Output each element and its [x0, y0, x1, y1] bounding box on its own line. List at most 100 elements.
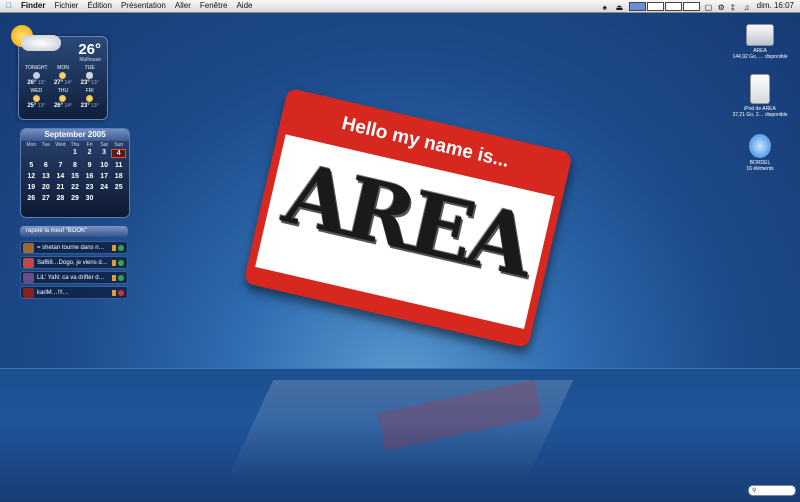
buddy-row[interactable]: Saf68…Dogo, je viens d… [20, 256, 128, 269]
day-high: 23° [80, 103, 90, 109]
weekday-label: Mon [26, 142, 37, 148]
calendar-day: 7 [58, 162, 63, 169]
desktop-icon-info: 16 éléments [746, 166, 774, 172]
status-icon [118, 275, 124, 281]
day-high: 27° [53, 80, 64, 86]
forecast-day: THU 26° 14° [50, 88, 77, 109]
calendar-day: 18 [114, 173, 123, 180]
volume-segment [664, 1, 682, 11]
calendar-day: 5 [29, 162, 34, 169]
calendar-day: 9 [87, 162, 92, 169]
calendar-day: 22 [71, 184, 79, 191]
calendar-day: 19 [27, 184, 36, 191]
apple-icon[interactable]:  [6, 0, 12, 12]
calendar-day [39, 149, 54, 158]
day-label: WED [30, 88, 43, 94]
calendar-day [53, 149, 68, 158]
day-low: 13° [91, 80, 99, 86]
forecast-day: TUE 23° 13° [76, 65, 103, 86]
calendar-weekdays: Mon Tue Wed Thu Fri Sat Sun [21, 141, 129, 149]
hard-drive-icon [746, 24, 774, 46]
ipod-icon [750, 74, 770, 104]
weekday-label: Sun [114, 142, 124, 148]
city-name: Mulhouse [79, 57, 101, 63]
message-icon [112, 245, 116, 251]
forecast-day: TONIGHT 26° 13° [23, 65, 50, 86]
buddy-row[interactable]: LiL' YaN: ca va drifter d… [20, 271, 128, 284]
day-label: FRI [85, 88, 94, 94]
status-icon [118, 245, 124, 251]
desktop-icon-info: 144,92 Go, … disponible [732, 54, 788, 60]
weekday-label: Thu [70, 142, 80, 148]
current-temp: 26° [78, 41, 101, 58]
calendar-day: 16 [85, 173, 94, 180]
menu-fenetre[interactable]: Fenêtre [200, 0, 228, 12]
calendar-day: 25 [114, 184, 123, 191]
menu-finder[interactable]: Finder [21, 0, 45, 12]
calendar-day: 12 [27, 173, 36, 180]
calendar-day: 13 [41, 173, 50, 180]
weekday-label: Fri [86, 142, 93, 148]
calendar-day: 26 [27, 195, 36, 202]
calendar-day: 21 [56, 184, 65, 191]
cloud-icon [21, 35, 61, 51]
day-high: 23° [80, 80, 90, 86]
calendar-day: 23 [85, 184, 94, 191]
day-high: 26° [53, 103, 64, 109]
name-tag-image: Hello my name is... AREA [243, 87, 573, 349]
calendar-day: 27 [41, 195, 50, 202]
display-icon[interactable]: ▢ [705, 2, 713, 12]
buddy-text: kariM…!!!… [37, 290, 69, 296]
calendar-day: 1 [73, 149, 77, 156]
day-high: 25° [27, 103, 37, 109]
menu-aide[interactable]: Aide [236, 0, 252, 12]
buddy-row[interactable]: kariM…!!!… [20, 286, 128, 299]
desktop-icon-ipod[interactable]: iPod de AREA 37,21 Go, 2… disponible [725, 74, 795, 118]
menu-clock[interactable]: dim. 16:07 [757, 0, 794, 12]
calendar-day [24, 149, 39, 158]
menu-aller[interactable]: Aller [175, 0, 191, 12]
volume-segment [646, 1, 664, 11]
weather-widget[interactable]: 26° Mulhouse TONIGHT 26° 13° MON 27° 14°… [11, 25, 108, 120]
calendar-day: 10 [100, 162, 109, 169]
volume-segment [682, 1, 700, 11]
calendar-day: 15 [71, 173, 79, 180]
desktop-icon-bordel[interactable]: BORDEL 16 éléments [725, 134, 795, 172]
message-icon [112, 290, 116, 296]
search-field[interactable]: ⚲ [748, 485, 796, 496]
day-low: 14° [64, 103, 72, 109]
calendar-days: 1 2 3 4 5 6 7 8 9 10 11 12 13 14 15 16 17 18 19 20 21 22 23 24 2… [21, 149, 129, 202]
status-icon[interactable]: ♠ [603, 2, 611, 12]
volume-meter[interactable] [628, 1, 700, 11]
menu-fichier[interactable]: Fichier [54, 0, 78, 12]
bluetooth-icon[interactable]: ‡ [731, 2, 739, 12]
volume-segment [628, 1, 646, 11]
sun-icon [59, 95, 67, 102]
calendar-widget[interactable]: September 2005 Mon Tue Wed Thu Fri Sat Sun 123… [20, 128, 130, 218]
search-icon: ⚲ [752, 488, 757, 494]
buddy-text: LiL' YaN: ca va drifter d… [37, 275, 105, 281]
calendar-day [97, 195, 112, 202]
desktop-icon-area[interactable]: AREA 144,92 Go, … disponible [725, 24, 795, 60]
day-label: TONIGHT [25, 65, 48, 71]
forecast-day: FRI 23° 13° [76, 88, 103, 109]
gear-icon[interactable]: ⚙ [718, 2, 726, 12]
day-label: MON [57, 65, 69, 71]
forecast-grid: TONIGHT 26° 13° MON 27° 14° TUE 23° 13° … [23, 65, 103, 109]
speaker-icon[interactable]: ♫ [744, 2, 752, 12]
buddy-list-header[interactable]: rapelé la meuf "BOOK" [20, 226, 128, 237]
sun-icon [86, 95, 94, 102]
buddy-row[interactable]: = shetan tourne dans n… [20, 241, 128, 254]
day-label: TUE [84, 65, 95, 71]
calendar-title: September 2005 [21, 129, 129, 141]
day-low: 13° [37, 80, 46, 86]
buddy-text: Saf68…Dogo, je viens d… [37, 260, 108, 266]
calendar-day: 11 [115, 162, 123, 169]
eject-icon[interactable]: ⏏ [616, 2, 624, 12]
menu-edition[interactable]: Édition [87, 0, 111, 12]
menu-presentation[interactable]: Présentation [121, 0, 166, 12]
calendar-day: 3 [102, 149, 107, 156]
weekday-label: Tue [41, 142, 51, 148]
sun-icon [59, 72, 67, 79]
calendar-day: 30 [85, 195, 94, 202]
